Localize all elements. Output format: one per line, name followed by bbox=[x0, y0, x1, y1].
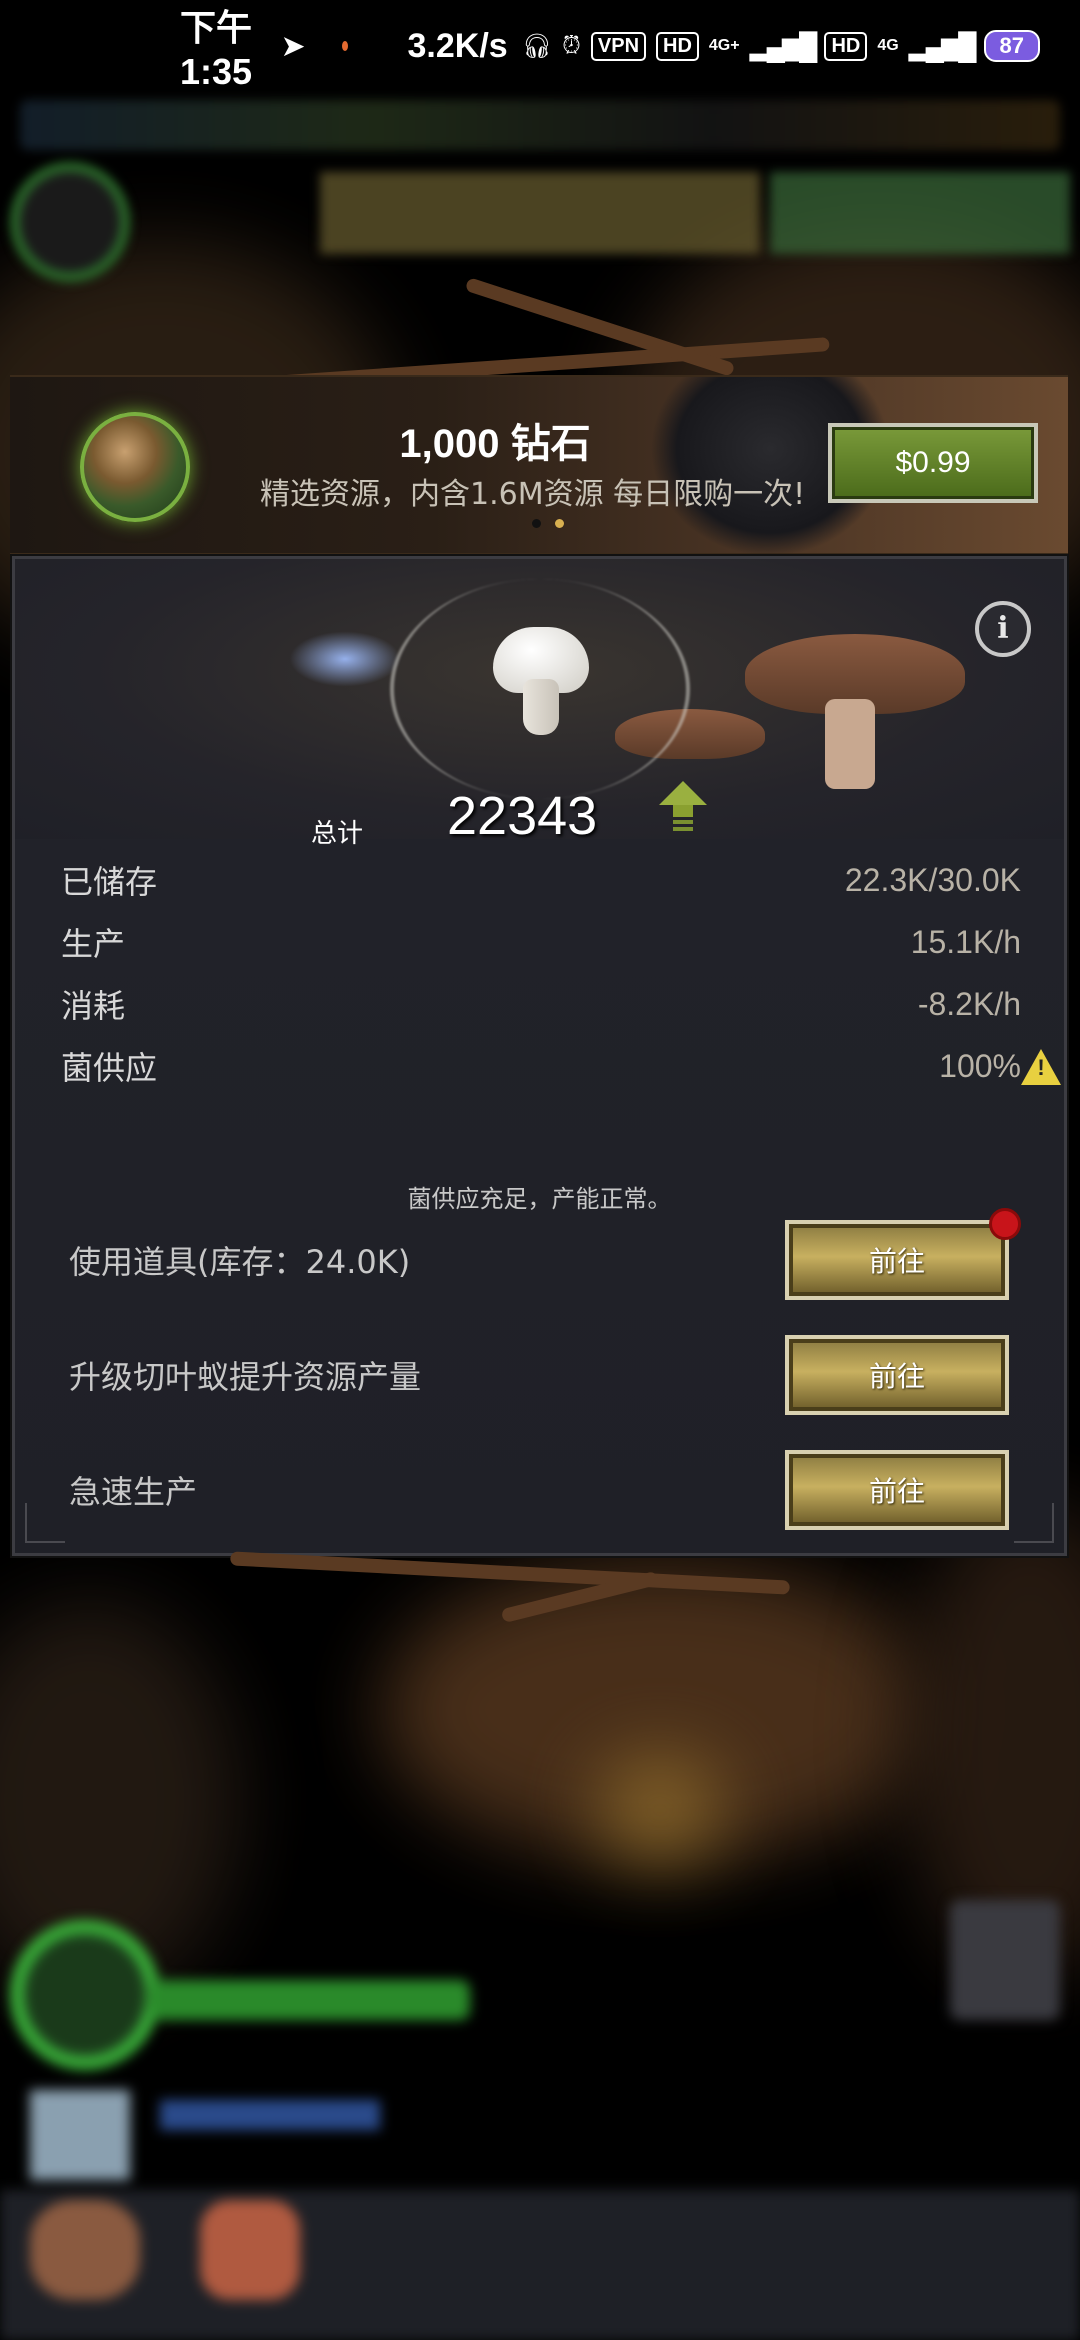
promo-subtitle: 精选资源，内含1.6M资源 每日限购一次! bbox=[260, 477, 806, 512]
stat-value: 15.1K/h bbox=[910, 923, 1021, 960]
stat-value: 100% bbox=[939, 1047, 1021, 1084]
action-rush-production: 急速生产 前往 bbox=[69, 1449, 1009, 1531]
resource-panel: i 总计 22343 已储存 22.3K/30.0K 生产 15.1K/h 消耗… bbox=[12, 556, 1067, 1556]
go-button-use-item[interactable]: 前往 bbox=[785, 1208, 1021, 1300]
go-button-label: 前往 bbox=[868, 1360, 925, 1393]
purchase-button[interactable]: $0.99 bbox=[828, 423, 1038, 503]
action-label: 升级切叶蚁提升资源产量 bbox=[69, 1358, 422, 1396]
go-button-label: 前往 bbox=[868, 1475, 925, 1508]
go-button-upgrade[interactable]: 前往 bbox=[785, 1335, 1009, 1415]
up-arrow-icon bbox=[659, 781, 707, 841]
stat-label: 菌供应 bbox=[61, 1049, 158, 1087]
stat-stored: 已储存 22.3K/30.0K bbox=[61, 849, 1021, 911]
panel-corner-right bbox=[1014, 1503, 1054, 1543]
mushroom-icon bbox=[493, 627, 589, 737]
notification-badge bbox=[989, 1208, 1021, 1240]
total-label: 总计 bbox=[311, 819, 364, 849]
status-message: 菌供应充足，产能正常。 bbox=[407, 1185, 672, 1213]
stat-label: 消耗 bbox=[61, 987, 126, 1025]
signal-icon-2: ▂▄▆█ bbox=[908, 30, 977, 61]
go-button-label: 前往 bbox=[868, 1245, 925, 1278]
stat-production: 生产 15.1K/h bbox=[61, 911, 1021, 973]
stat-fungus-supply: 菌供应 100% ! bbox=[61, 1035, 1061, 1097]
go-button-rush[interactable]: 前往 bbox=[785, 1450, 1009, 1530]
action-label: 使用道具(库存：24.0K) bbox=[69, 1243, 411, 1281]
stat-value: -8.2K/h bbox=[917, 985, 1021, 1022]
action-use-item: 使用道具(库存：24.0K) 前往 bbox=[69, 1208, 1021, 1301]
signal-icon-1: ▂▄▆█ bbox=[749, 30, 818, 61]
resource-bar-blurred bbox=[0, 92, 1080, 282]
info-icon[interactable]: i bbox=[975, 601, 1031, 657]
carousel-indicator bbox=[532, 519, 564, 528]
stat-label: 生产 bbox=[61, 925, 126, 963]
alarm-icon: ⏰︎ bbox=[562, 32, 581, 59]
action-upgrade-ants: 升级切叶蚁提升资源产量 前往 bbox=[69, 1334, 1009, 1416]
stats-list: 已储存 22.3K/30.0K 生产 15.1K/h 消耗 -8.2K/h 菌供… bbox=[61, 849, 1061, 1097]
network-type-2: 4G bbox=[877, 37, 899, 54]
navigation-icon: ➤ bbox=[280, 29, 306, 63]
panel-corner-left bbox=[25, 1503, 65, 1543]
stat-value: 22.3K/30.0K bbox=[844, 861, 1021, 898]
vpn-badge: VPN bbox=[590, 31, 647, 61]
stat-label: 已储存 bbox=[61, 863, 158, 901]
carousel-dot-1 bbox=[532, 519, 541, 528]
total-value: 22343 bbox=[447, 786, 598, 846]
promo-banner[interactable]: 1,000 钻石 精选资源，内含1.6M资源 每日限购一次! $0.99 bbox=[10, 375, 1068, 557]
action-label: 急速生产 bbox=[69, 1473, 198, 1511]
status-bar: 下午1:35 ➤ 3.2K/s 🎧︎ ⏰︎ VPN HD 4G+ ▂▄▆█ HD… bbox=[0, 0, 1080, 92]
hd-badge-1: HD bbox=[656, 31, 699, 61]
status-time: 下午1:35 bbox=[180, 7, 253, 92]
headphones-icon: 🎧︎ bbox=[521, 32, 553, 60]
network-type-1: 4G+ bbox=[708, 37, 740, 54]
carousel-dot-2 bbox=[555, 519, 564, 528]
network-speed: 3.2K/s bbox=[407, 26, 508, 65]
notification-dot-icon bbox=[341, 41, 348, 51]
game-hud-blurred bbox=[0, 1900, 1080, 2340]
battery-indicator: 87 bbox=[983, 30, 1040, 62]
stat-consumption: 消耗 -8.2K/h bbox=[61, 973, 1021, 1035]
hd-badge-2: HD bbox=[824, 31, 868, 61]
warning-icon[interactable]: ! bbox=[1021, 1049, 1061, 1085]
